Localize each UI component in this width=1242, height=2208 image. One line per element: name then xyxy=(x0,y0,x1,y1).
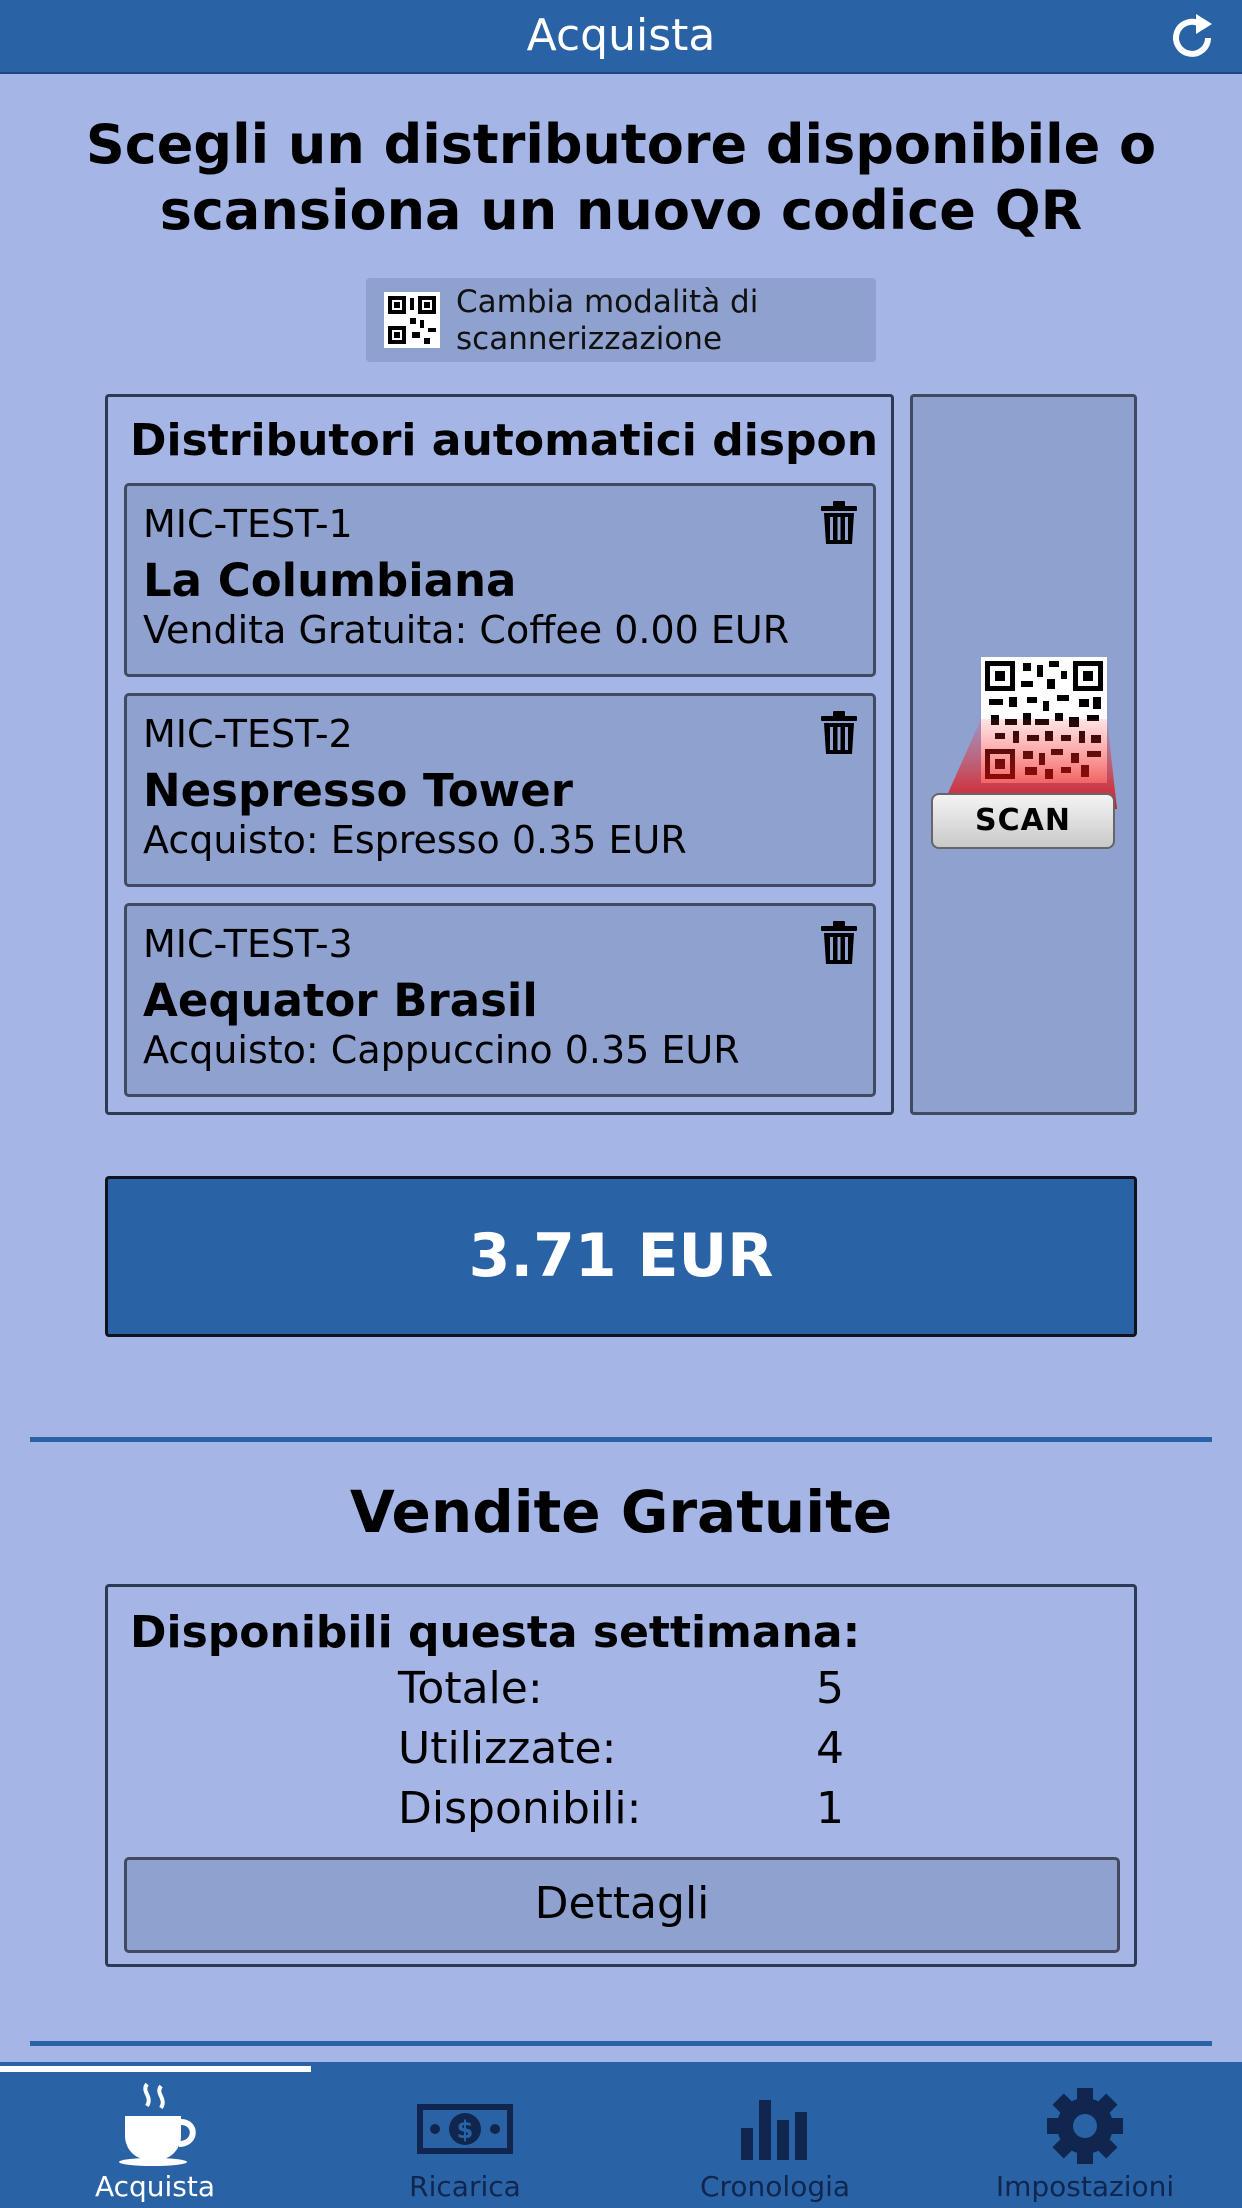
trash-icon[interactable] xyxy=(819,710,859,756)
section-divider xyxy=(30,2041,1212,2046)
bottom-tab-bar: Acquista $ Ricarica Cronologia Impostazi… xyxy=(0,2062,1242,2208)
section-divider xyxy=(30,1437,1212,1442)
active-tab-indicator xyxy=(0,2066,311,2072)
tab-label: Ricarica xyxy=(409,2170,521,2203)
scan-qr-button[interactable]: SCAN xyxy=(910,394,1137,1115)
page-title: Acquista xyxy=(526,10,716,61)
trash-icon[interactable] xyxy=(819,500,859,546)
tab-label: Acquista xyxy=(94,2170,216,2203)
machine-name: Aequator Brasil xyxy=(143,974,538,1027)
stat-label-total: Totale: xyxy=(398,1663,543,1714)
banknote-icon: $ xyxy=(417,2104,513,2154)
details-button[interactable]: Dettagli xyxy=(124,1857,1120,1953)
instruction-headline: Scegli un distributore disponibile o sca… xyxy=(85,113,1157,242)
tab-label: Cronologia xyxy=(699,2170,851,2203)
top-bar: Acquista xyxy=(0,0,1242,74)
trash-icon[interactable] xyxy=(819,920,859,966)
change-scan-mode-label: Cambia modalità di scannerizzazione xyxy=(456,284,759,357)
tab-label: Impostazioni xyxy=(995,2170,1175,2203)
change-scan-mode-button[interactable]: Cambia modalità di scannerizzazione xyxy=(366,278,876,362)
machine-offer: Acquisto: Espresso 0.35 EUR xyxy=(143,818,687,862)
scan-label: SCAN xyxy=(931,793,1115,849)
machine-name: La Columbiana xyxy=(143,554,517,607)
free-sales-panel: Disponibili questa settimana: Totale: 5 … xyxy=(105,1584,1137,1967)
gear-icon xyxy=(1047,2088,1123,2164)
stat-label-available: Disponibili: xyxy=(398,1783,642,1834)
machine-code: MIC-TEST-3 xyxy=(143,922,353,966)
stat-value-used: 4 xyxy=(816,1723,844,1774)
stat-label-used: Utilizzate: xyxy=(398,1723,617,1774)
machine-offer: Acquisto: Cappuccino 0.35 EUR xyxy=(143,1028,740,1072)
free-sales-title: Vendite Gratuite xyxy=(349,1478,893,1546)
machine-code: MIC-TEST-1 xyxy=(143,502,353,546)
machine-code: MIC-TEST-2 xyxy=(143,712,353,756)
stat-value-available: 1 xyxy=(816,1783,844,1834)
stat-value-total: 5 xyxy=(816,1663,844,1714)
vending-machine-list: Distributori automatici dispon... MIC-TE… xyxy=(105,394,894,1115)
vending-machine-card[interactable]: MIC-TEST-1 La Columbiana Vendita Gratuit… xyxy=(124,483,876,677)
balance-button[interactable]: 3.71 EUR xyxy=(105,1176,1137,1337)
svg-text:$: $ xyxy=(457,2116,474,2144)
tab-ricarica[interactable]: $ Ricarica xyxy=(310,2062,620,2208)
vending-machine-card[interactable]: MIC-TEST-3 Aequator Brasil Acquisto: Cap… xyxy=(124,903,876,1097)
tab-acquista[interactable]: Acquista xyxy=(0,2062,310,2208)
vending-machine-card[interactable]: MIC-TEST-2 Nespresso Tower Acquisto: Esp… xyxy=(124,693,876,887)
vending-machine-list-title: Distributori automatici dispon... xyxy=(130,415,880,466)
refresh-icon[interactable] xyxy=(1164,10,1220,66)
coffee-cup-icon xyxy=(119,2082,196,2166)
tab-impostazioni[interactable]: Impostazioni xyxy=(930,2062,1240,2208)
tab-cronologia[interactable]: Cronologia xyxy=(620,2062,930,2208)
machine-offer: Vendita Gratuita: Coffee 0.00 EUR xyxy=(143,608,790,652)
machine-name: Nespresso Tower xyxy=(143,764,573,817)
qr-code-icon xyxy=(384,292,440,348)
bar-chart-icon xyxy=(741,2100,807,2160)
free-sales-heading: Disponibili questa settimana: xyxy=(130,1607,861,1658)
